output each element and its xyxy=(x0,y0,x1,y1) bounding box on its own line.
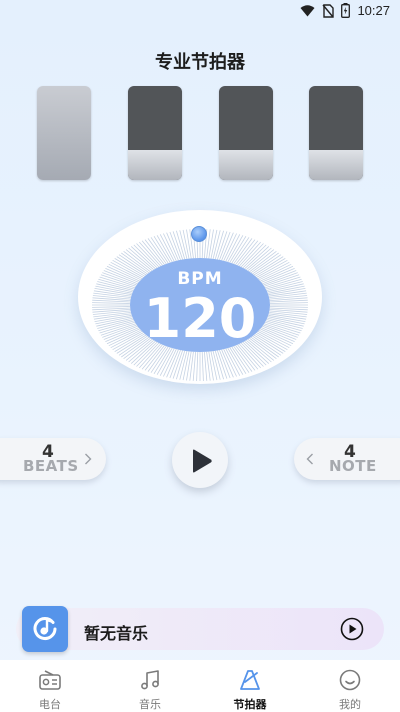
dial-knob[interactable] xyxy=(191,226,207,242)
metronome-icon xyxy=(240,670,260,690)
beat-block-3[interactable] xyxy=(219,86,273,180)
tab-music[interactable]: 音乐 xyxy=(100,660,200,712)
beat-block-2[interactable] xyxy=(128,86,182,180)
beat-block-1[interactable] xyxy=(37,86,91,180)
tab-profile-label: 我的 xyxy=(339,698,361,711)
play-circle-icon[interactable] xyxy=(340,617,364,641)
bpm-value: 120 xyxy=(143,287,257,350)
wifi-icon xyxy=(300,4,315,16)
tab-metronome[interactable]: 节拍器 xyxy=(200,660,300,712)
tab-profile[interactable]: 我的 xyxy=(300,660,400,712)
note-label: NOTE xyxy=(329,457,377,475)
music-title: 暂无音乐 xyxy=(84,624,149,643)
status-icons: 10:27 xyxy=(300,3,390,18)
music-note-icon xyxy=(33,617,57,641)
battery-charging-icon xyxy=(341,3,351,18)
status-bar: 10:27 xyxy=(0,0,400,24)
music-icon xyxy=(141,670,159,690)
beats-label: BEATS xyxy=(23,457,79,475)
album-cover[interactable] xyxy=(22,606,68,652)
bottom-tab-bar: 电台 音乐 节拍器 我的 xyxy=(0,660,400,712)
play-button[interactable] xyxy=(172,432,228,488)
chevron-left-icon[interactable] xyxy=(306,453,314,465)
tab-metronome-label: 节拍器 xyxy=(233,698,267,711)
tab-radio[interactable]: 电台 xyxy=(0,660,100,712)
smile-icon xyxy=(339,669,361,691)
tab-music-label: 音乐 xyxy=(139,698,161,711)
beat-block-4[interactable] xyxy=(309,86,363,180)
chevron-right-icon[interactable] xyxy=(84,453,92,465)
play-icon xyxy=(193,449,212,473)
bpm-label: BPM xyxy=(177,269,223,289)
radio-icon xyxy=(39,670,61,690)
beat-pattern xyxy=(37,86,363,180)
no-sim-icon xyxy=(322,3,335,18)
page-title: 专业节拍器 xyxy=(155,52,245,73)
clock-time: 10:27 xyxy=(357,3,390,18)
note-selector[interactable]: 4 NOTE xyxy=(294,438,400,480)
music-player[interactable] xyxy=(16,608,384,650)
tab-radio-label: 电台 xyxy=(39,698,61,711)
beats-selector[interactable]: 4 BEATS xyxy=(0,438,106,480)
tempo-dial[interactable]: BPM 120 xyxy=(78,210,322,384)
